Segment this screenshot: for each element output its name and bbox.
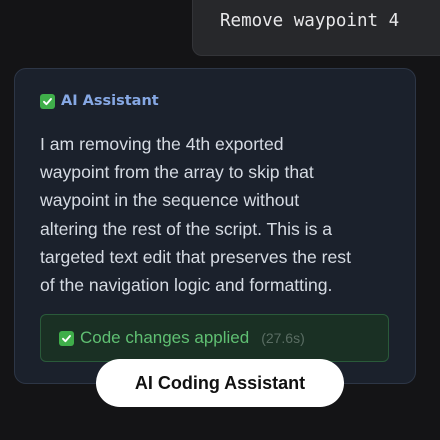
user-message-text: Remove waypoint 4: [220, 11, 400, 31]
assistant-title: AI Assistant: [61, 93, 159, 109]
check-box-icon: [59, 330, 74, 346]
code-changes-status: Code changes applied (27.6s): [40, 314, 389, 362]
caption-pill: AI Coding Assistant: [96, 359, 344, 407]
message-line: altering the rest of the script. This is…: [40, 218, 333, 239]
message-line: waypoint in the sequence without: [40, 190, 300, 211]
message-line: I am removing the 4th exported: [40, 134, 284, 154]
assistant-header: AI Assistant: [40, 92, 159, 110]
assistant-message-body: I am removing the 4th exported waypoint …: [40, 130, 410, 299]
status-text: Code changes applied: [80, 328, 250, 347]
message-line: targeted text edit that preserves the re…: [40, 246, 351, 267]
status-duration: (27.6s): [261, 330, 305, 346]
check-box-icon: [40, 93, 55, 109]
caption-text: AI Coding Assistant: [134, 372, 306, 393]
message-line: of the navigation logic and formatting.: [40, 275, 333, 296]
message-line: waypoint from the array to skip that: [40, 162, 314, 183]
